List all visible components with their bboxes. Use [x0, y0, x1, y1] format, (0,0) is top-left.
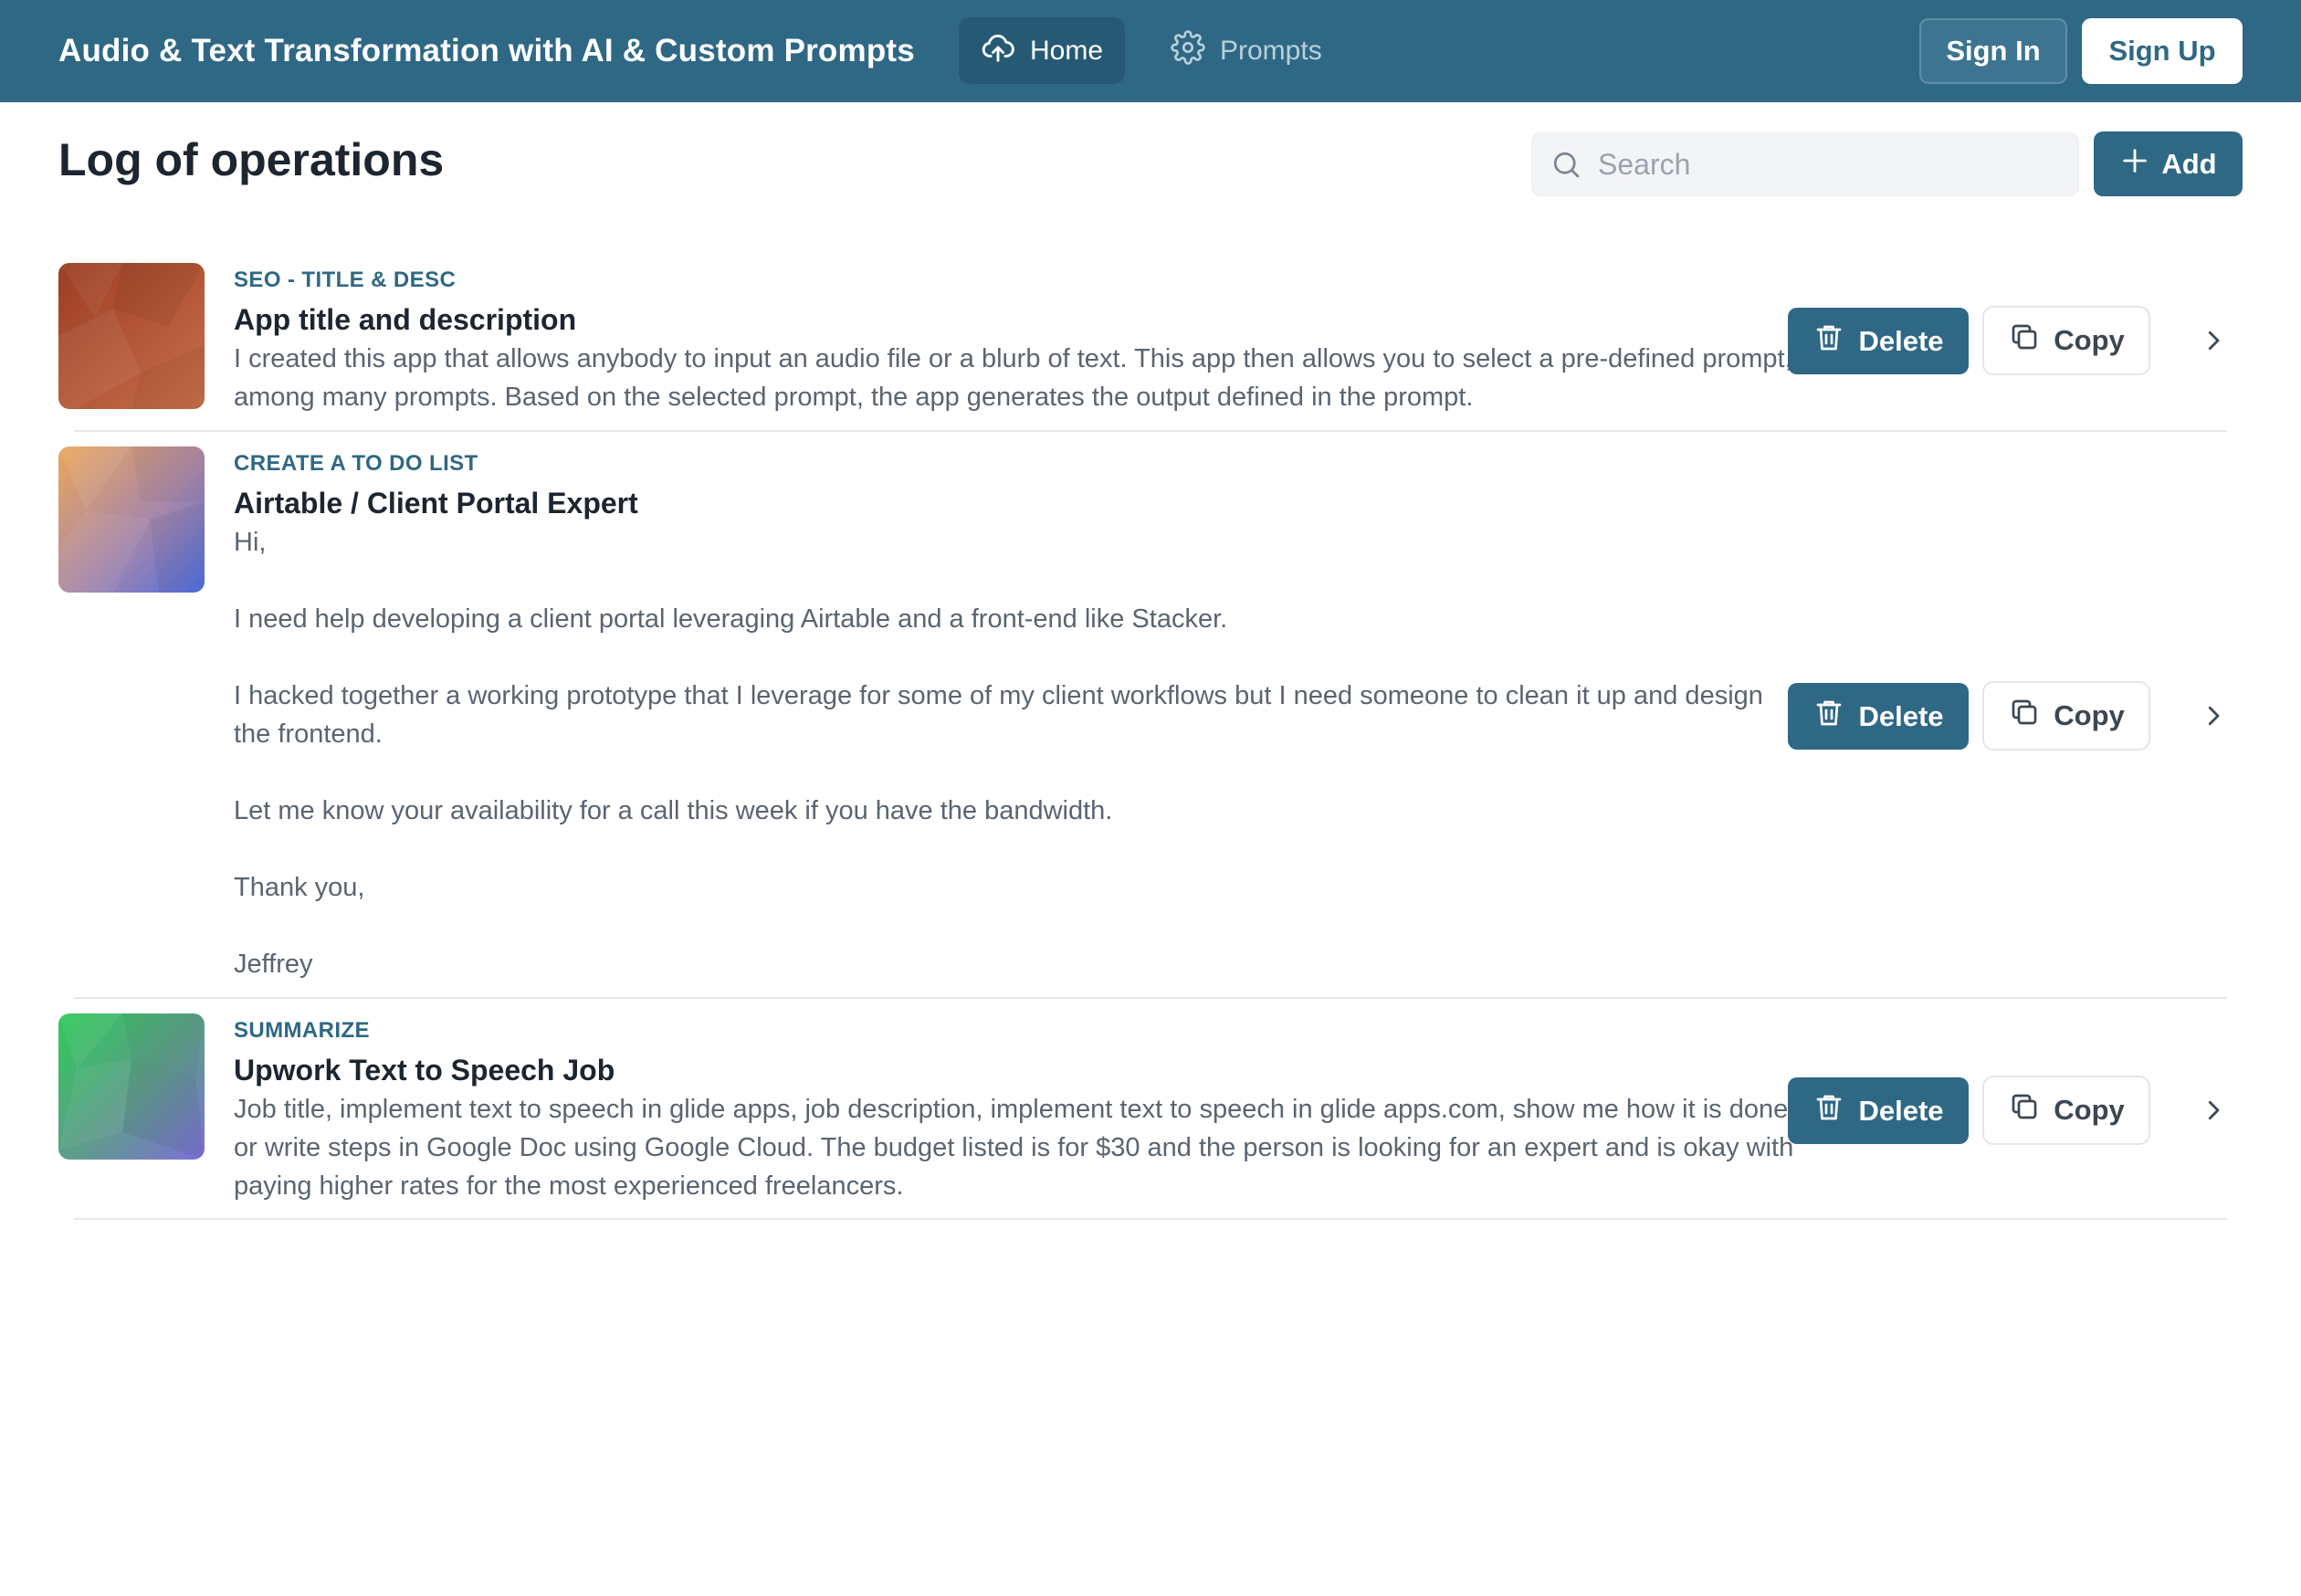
app-title: Audio & Text Transformation with AI & Cu… [58, 33, 915, 68]
copy-icon [2008, 320, 2041, 361]
item-title: Airtable / Client Portal Expert [234, 487, 638, 520]
copy-button-label: Copy [2054, 324, 2125, 356]
item-category: Summarize [234, 1018, 370, 1043]
trash-icon [1812, 697, 1845, 737]
item-title: Upwork Text to Speech Job [234, 1054, 615, 1087]
delete-button[interactable]: Delete [1788, 683, 1969, 750]
list-item[interactable]: Summarize Upwork Text to Speech Job Job … [58, 1013, 2243, 1220]
delete-button-label: Delete [1858, 699, 1944, 732]
copy-button[interactable]: Copy [1982, 681, 2150, 751]
nav-tab-prompts[interactable]: Prompts [1149, 17, 1340, 84]
chevron-right-icon[interactable] [2195, 1092, 2232, 1129]
list-item[interactable]: SEO - Title & Desc App title and descrip… [58, 263, 2243, 432]
item-category: Create a to do list [234, 451, 478, 476]
row-divider [74, 430, 2227, 432]
chevron-right-icon[interactable] [2195, 698, 2232, 734]
delete-button[interactable]: Delete [1788, 308, 1969, 374]
delete-button-label: Delete [1858, 1094, 1944, 1127]
item-category: SEO - Title & Desc [234, 268, 457, 292]
row-divider [74, 1218, 2227, 1220]
copy-icon [2008, 1090, 2041, 1130]
add-button-label: Add [2161, 147, 2217, 180]
gear-icon [1171, 29, 1205, 72]
plus-icon [2119, 145, 2150, 184]
trash-icon [1812, 1091, 1845, 1131]
sign-in-button[interactable]: Sign In [1919, 18, 2067, 84]
cloud-upload-icon [981, 30, 1015, 72]
item-title: App title and description [234, 303, 577, 336]
list-item[interactable]: Create a to do list Airtable / Client Po… [58, 446, 2243, 999]
page-title: Log of operations [58, 134, 445, 185]
item-thumbnail [58, 263, 205, 409]
row-divider [74, 997, 2227, 999]
item-thumbnail [58, 1013, 205, 1160]
item-body: Hi, I need help developing a client port… [234, 528, 1763, 979]
item-body: Job title, implement text to speech in g… [234, 1095, 1794, 1201]
copy-button-label: Copy [2054, 1094, 2125, 1126]
item-body: I created this app that allows anybody t… [234, 344, 1792, 412]
trash-icon [1812, 321, 1845, 362]
top-navigation-bar: Audio & Text Transformation with AI & Cu… [0, 0, 2301, 102]
copy-icon [2008, 696, 2041, 736]
search-box[interactable] [1531, 132, 2079, 196]
delete-button[interactable]: Delete [1788, 1077, 1969, 1144]
copy-button[interactable]: Copy [1982, 306, 2150, 375]
add-button[interactable]: Add [2094, 131, 2243, 196]
search-input[interactable] [1598, 133, 2064, 195]
nav-tab-home[interactable]: Home [959, 17, 1125, 84]
copy-button[interactable]: Copy [1982, 1076, 2150, 1145]
nav-tab-home-label: Home [1030, 35, 1104, 66]
nav-tab-prompts-label: Prompts [1220, 35, 1322, 66]
sign-up-button[interactable]: Sign Up [2082, 18, 2243, 84]
copy-button-label: Copy [2054, 699, 2125, 731]
delete-button-label: Delete [1858, 324, 1944, 357]
chevron-right-icon[interactable] [2195, 322, 2232, 359]
item-thumbnail [58, 446, 205, 593]
